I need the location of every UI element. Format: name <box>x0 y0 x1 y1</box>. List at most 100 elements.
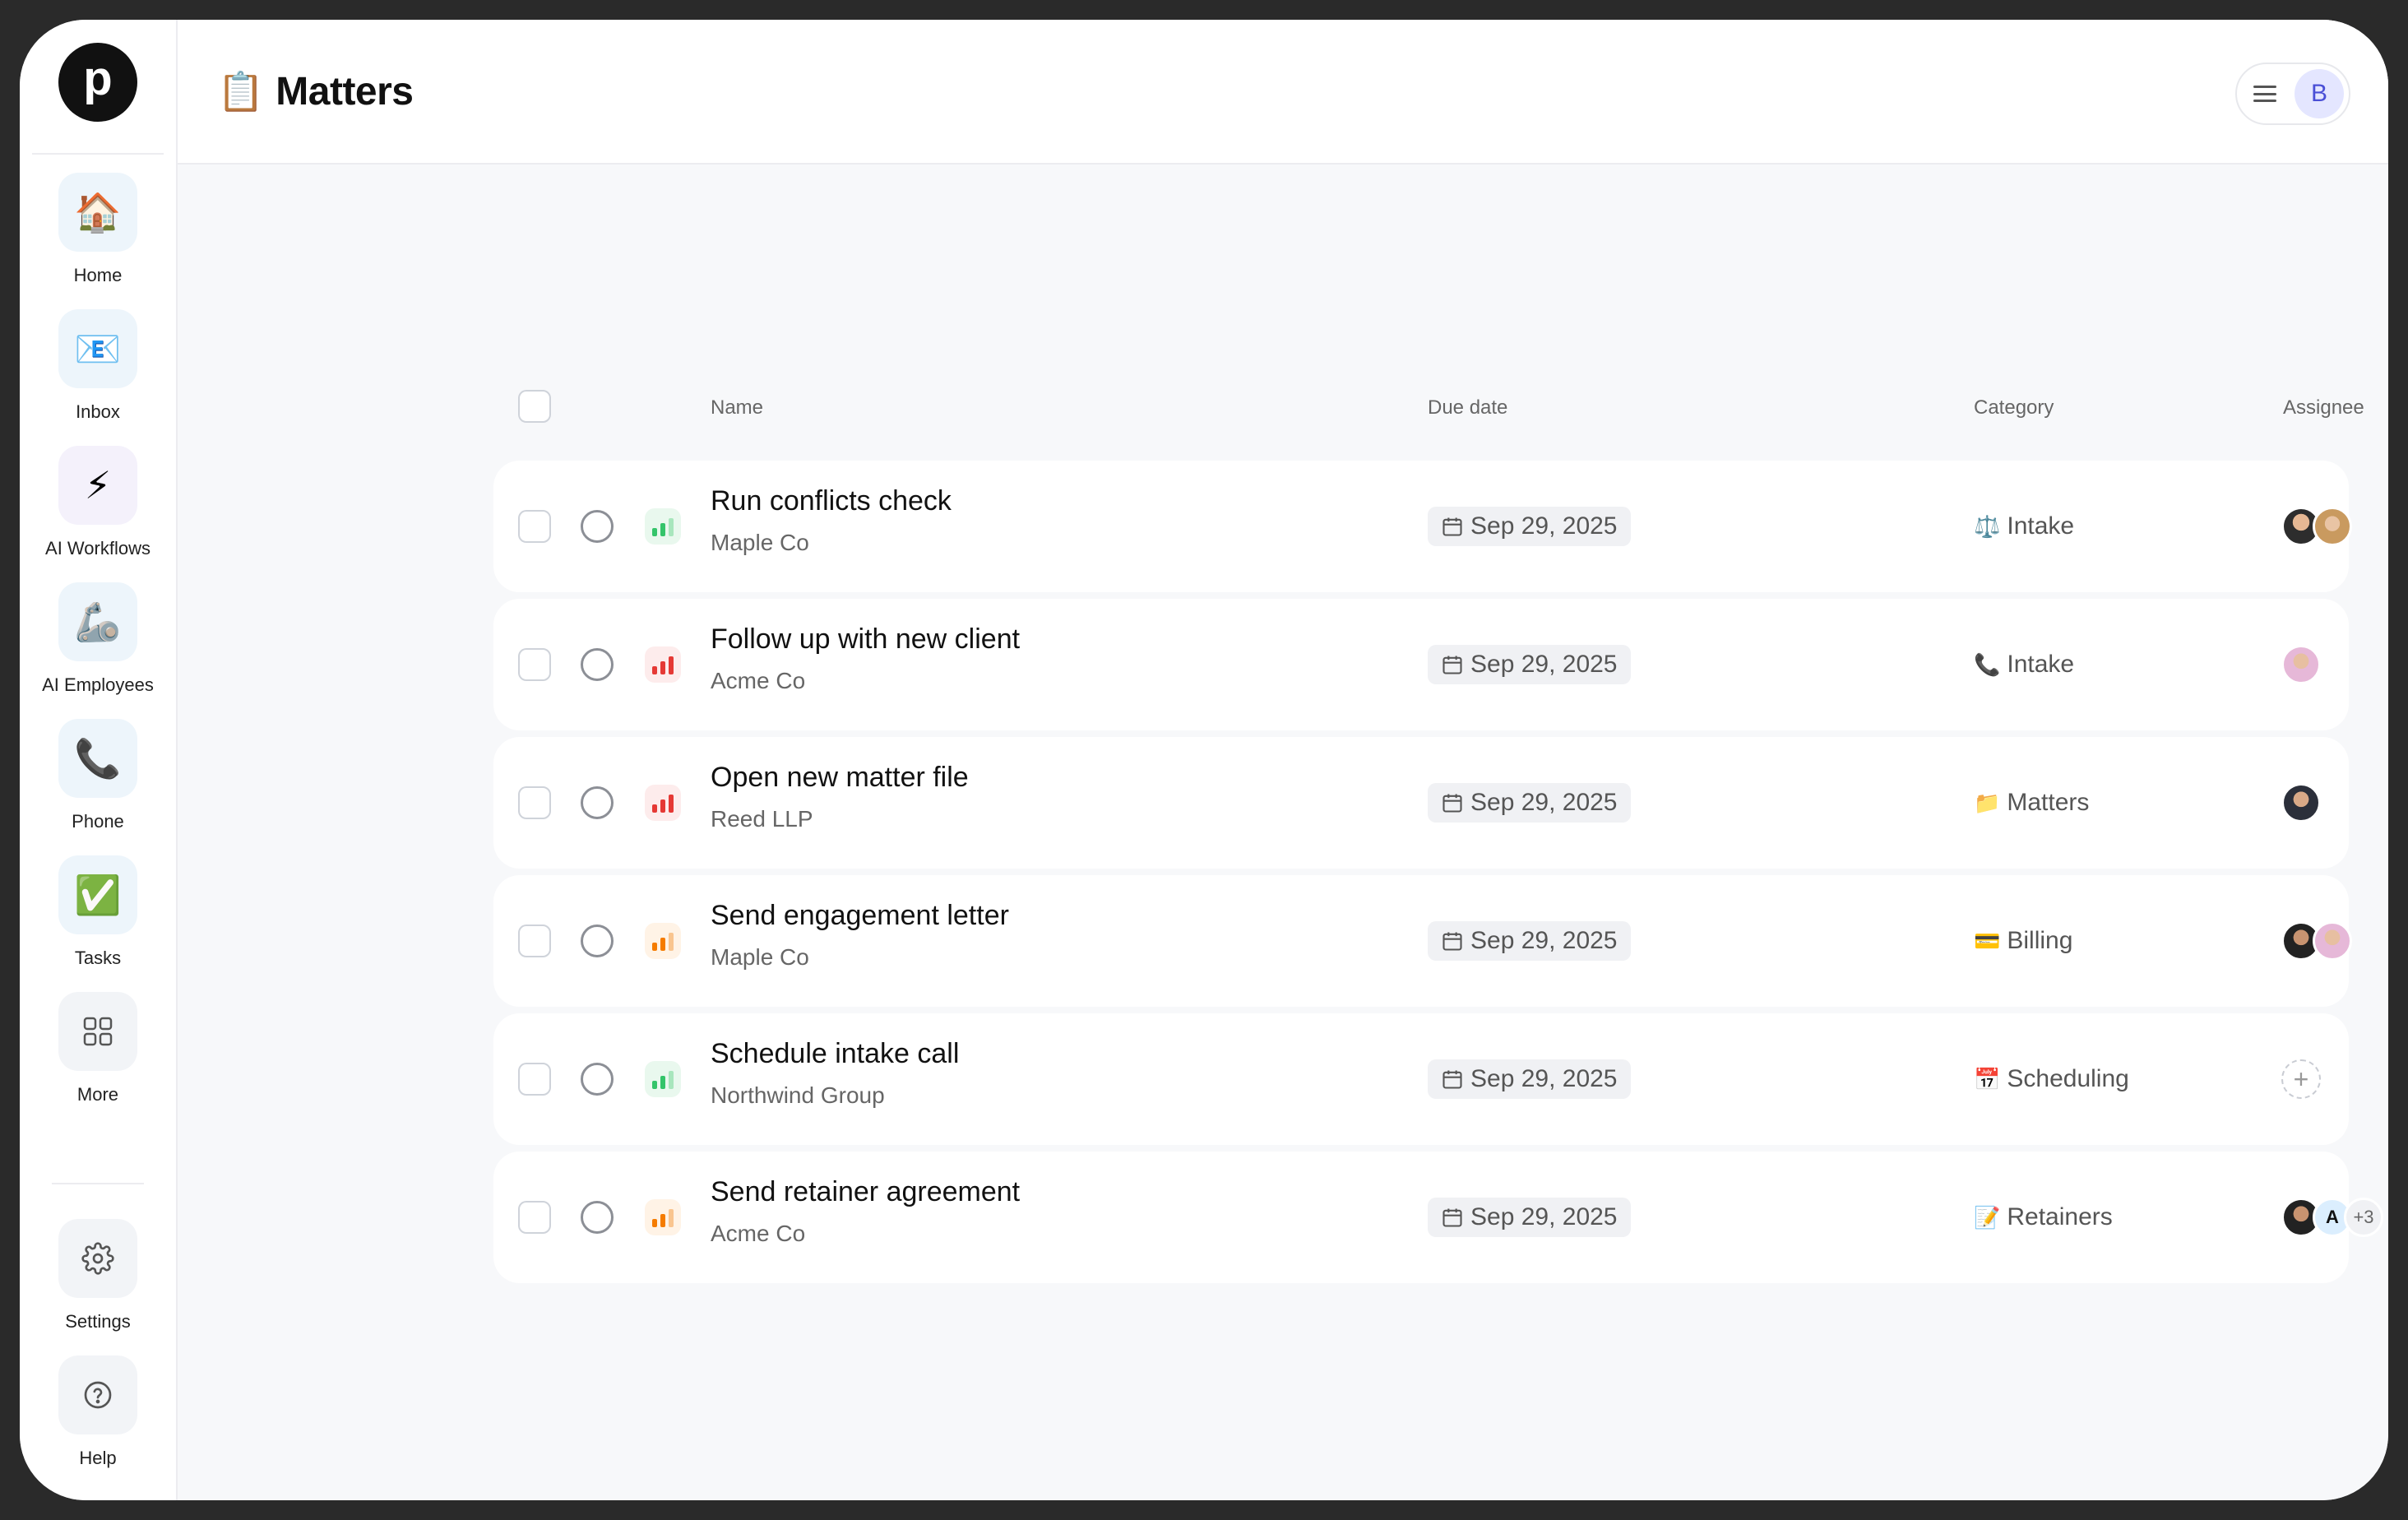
check-icon: ✅ <box>58 855 137 934</box>
column-header-assignee[interactable]: Assignee <box>2283 396 2364 419</box>
avatar[interactable] <box>2313 507 2352 546</box>
sidebar-item-label: AI Workflows <box>45 538 150 558</box>
status-circle-icon[interactable] <box>581 786 614 819</box>
phone-icon: 📞 <box>1974 651 2001 677</box>
folder-icon: 📁 <box>1974 790 2001 815</box>
priority-low-icon[interactable] <box>645 508 681 545</box>
sidebar-item-label: Tasks <box>74 948 122 968</box>
app-logo[interactable]: p <box>58 43 137 122</box>
category-label[interactable]: 📁 Matters <box>1974 785 2089 821</box>
table-row[interactable]: Run conflicts check Maple Co Sep 29, 202… <box>493 461 2352 592</box>
sidebar-item-settings[interactable]: Settings <box>58 1219 137 1355</box>
row-checkbox[interactable] <box>518 786 551 819</box>
user-menu[interactable]: B <box>2235 63 2350 125</box>
task-name[interactable]: Follow up with new client <box>711 623 1020 656</box>
hamburger-menu-icon[interactable] <box>2253 86 2276 102</box>
status-circle-icon[interactable] <box>581 1063 614 1096</box>
muscle-icon: 🦾 <box>58 582 137 661</box>
category-label[interactable]: ⚖️ Intake <box>1974 508 2074 545</box>
row-checkbox[interactable] <box>518 925 551 957</box>
category-text: Scheduling <box>2007 1065 2129 1092</box>
task-name[interactable]: Open new matter file <box>711 762 969 794</box>
priority-high-icon[interactable] <box>645 785 681 821</box>
category-text: Retainers <box>2007 1203 2113 1230</box>
row-checkbox[interactable] <box>518 1063 551 1096</box>
sidebar-item-help[interactable]: Help <box>58 1355 137 1492</box>
assignee-avatars[interactable] <box>2281 507 2352 546</box>
task-client: Northwind Group <box>711 1082 885 1108</box>
assignee-avatars[interactable] <box>2281 921 2352 961</box>
task-client: Maple Co <box>711 944 809 970</box>
sidebar-item-phone[interactable]: 📞 Phone <box>58 719 137 855</box>
phone-icon: 📞 <box>58 719 137 798</box>
table-row[interactable]: Send engagement letter Maple Co Sep 29, … <box>493 875 2352 1007</box>
due-date-badge[interactable]: Sep 29, 2025 <box>1428 1059 1631 1099</box>
user-avatar[interactable]: B <box>2295 69 2344 118</box>
due-date-badge[interactable]: Sep 29, 2025 <box>1428 507 1631 546</box>
assignee-avatars[interactable] <box>2281 783 2321 823</box>
avatar[interactable] <box>2281 645 2321 684</box>
home-icon: 🏠 <box>58 173 137 252</box>
due-date-badge[interactable]: Sep 29, 2025 <box>1428 921 1631 961</box>
help-icon <box>58 1355 137 1434</box>
sidebar-item-more[interactable]: More <box>58 992 137 1128</box>
status-circle-icon[interactable] <box>581 925 614 957</box>
sidebar: p 🏠 Home 📧 Inbox ⚡ AI Workflows 🦾 AI Emp… <box>20 20 178 1500</box>
task-name[interactable]: Send retainer agreement <box>711 1176 1020 1208</box>
column-header-due-date[interactable]: Due date <box>1428 396 1507 419</box>
add-assignee-button[interactable]: + <box>2281 1059 2321 1099</box>
sidebar-item-label: Home <box>73 265 123 285</box>
calendar-icon <box>1442 517 1462 536</box>
priority-high-icon[interactable] <box>645 646 681 683</box>
due-date-badge[interactable]: Sep 29, 2025 <box>1428 783 1631 823</box>
task-name[interactable]: Schedule intake call <box>711 1038 959 1070</box>
due-date-badge[interactable]: Sep 29, 2025 <box>1428 645 1631 684</box>
category-text: Intake <box>2007 651 2075 678</box>
due-date-text: Sep 29, 2025 <box>1470 1203 1618 1230</box>
category-text: Intake <box>2007 512 2075 540</box>
sidebar-item-tasks[interactable]: ✅ Tasks <box>58 855 137 992</box>
status-circle-icon[interactable] <box>581 648 614 681</box>
category-label[interactable]: 📅 Scheduling <box>1974 1061 2129 1097</box>
status-circle-icon[interactable] <box>581 1201 614 1234</box>
assignee-avatars[interactable] <box>2281 645 2321 684</box>
assignee-avatars[interactable]: A +3 <box>2281 1198 2383 1237</box>
priority-medium-icon[interactable] <box>645 1199 681 1235</box>
lightning-icon: ⚡ <box>58 446 137 525</box>
column-header-category[interactable]: Category <box>1974 396 2054 419</box>
table-row[interactable]: Open new matter file Reed LLP Sep 29, 20… <box>493 737 2349 869</box>
due-date-text: Sep 29, 2025 <box>1470 789 1618 816</box>
priority-medium-icon[interactable] <box>645 923 681 959</box>
sidebar-item-ai-employees[interactable]: 🦾 AI Employees <box>42 582 154 719</box>
category-label[interactable]: 💳 Billing <box>1974 923 2072 959</box>
avatar[interactable] <box>2281 783 2321 823</box>
priority-low-icon[interactable] <box>645 1061 681 1097</box>
memo-icon: 📝 <box>1974 1204 2001 1230</box>
row-checkbox[interactable] <box>518 1201 551 1234</box>
avatar[interactable] <box>2313 921 2352 961</box>
sidebar-item-label: Phone <box>72 811 124 832</box>
due-date-badge[interactable]: Sep 29, 2025 <box>1428 1198 1631 1237</box>
table-row[interactable]: Schedule intake call Northwind Group Sep… <box>493 1013 2349 1145</box>
select-all-checkbox[interactable] <box>518 390 551 423</box>
calendar-icon <box>1442 1208 1462 1227</box>
sidebar-item-ai-workflows[interactable]: ⚡ AI Workflows <box>45 446 150 582</box>
assignee-avatars[interactable]: + <box>2281 1059 2321 1099</box>
category-label[interactable]: 📞 Intake <box>1974 646 2074 683</box>
sidebar-nav: 🏠 Home 📧 Inbox ⚡ AI Workflows 🦾 AI Emplo… <box>42 173 154 1128</box>
sidebar-item-home[interactable]: 🏠 Home <box>58 173 137 309</box>
row-checkbox[interactable] <box>518 510 551 543</box>
table-row[interactable]: Send retainer agreement Acme Co Sep 29, … <box>493 1152 2383 1283</box>
inbox-icon: 📧 <box>58 309 137 388</box>
sidebar-divider <box>32 153 164 155</box>
task-name[interactable]: Send engagement letter <box>711 900 1009 932</box>
category-text: Billing <box>2007 927 2073 954</box>
sidebar-item-inbox[interactable]: 📧 Inbox <box>58 309 137 446</box>
category-label[interactable]: 📝 Retainers <box>1974 1199 2113 1235</box>
table-row[interactable]: Follow up with new client Acme Co Sep 29… <box>493 599 2349 730</box>
row-checkbox[interactable] <box>518 648 551 681</box>
status-circle-icon[interactable] <box>581 510 614 543</box>
column-header-name[interactable]: Name <box>711 396 763 419</box>
task-name[interactable]: Run conflicts check <box>711 485 952 517</box>
more-assignees-badge[interactable]: +3 <box>2344 1198 2383 1237</box>
